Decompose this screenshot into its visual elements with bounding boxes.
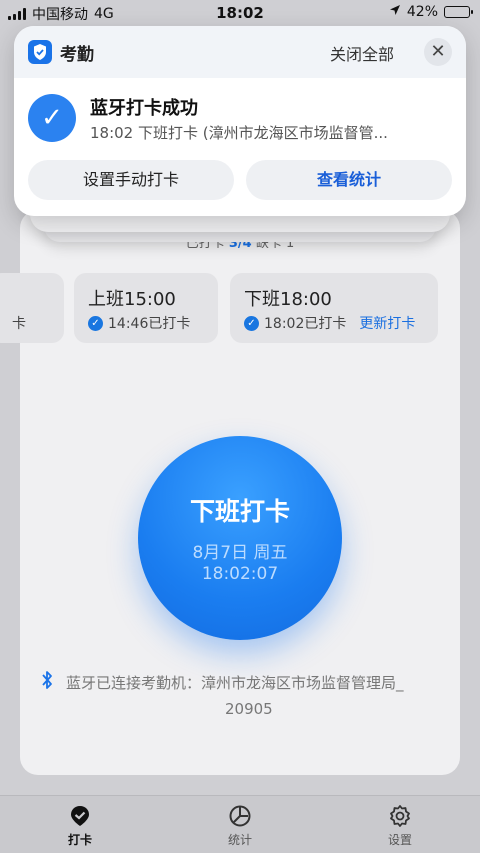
manual-checkin-button[interactable]: 设置手动打卡 [28, 160, 234, 200]
notification-header: 考勤 关闭全部 ✕ [14, 26, 466, 78]
shift-status-text: 14:46已打卡 [108, 316, 191, 332]
clock-button-label: 下班打卡 [189, 497, 290, 526]
shift-card-clock-out[interactable]: 下班18:00 ✓ 18:02已打卡 更新打卡 [230, 273, 438, 343]
status-bar: 中国移动 4G 18:02 42% [0, 0, 480, 26]
close-all-button[interactable]: 关闭全部 [330, 41, 394, 65]
renew-checkin-link[interactable]: 更新打卡 [359, 313, 415, 333]
tab-label: 设置 [387, 833, 412, 847]
check-icon: ✓ [88, 315, 103, 331]
clock-button-date: 8月7日 周五 [192, 543, 288, 563]
battery-icon [444, 6, 473, 18]
shift-card-previous[interactable]: 卡 [0, 273, 64, 343]
shift-title: 下班18:00 [244, 289, 332, 310]
check-icon: ✓ [244, 315, 259, 331]
status-right: 42% [389, 4, 473, 20]
battery-percent: 42% [406, 4, 438, 20]
success-check-icon: ✓ [28, 94, 76, 142]
close-icon[interactable]: ✕ [424, 38, 452, 66]
tab-bar: 打卡 统计 设置 [0, 795, 480, 853]
stats-icon [228, 804, 252, 828]
checkin-icon [68, 804, 92, 828]
shift-title: 上班15:00 [88, 289, 176, 310]
tab-label: 统计 [227, 833, 252, 847]
attendance-app-icon [28, 40, 52, 64]
bluetooth-icon [40, 670, 54, 698]
clock-button-time: 18:02:07 [201, 564, 279, 584]
location-icon [389, 4, 401, 20]
shift-status: 卡 [12, 313, 26, 333]
view-stats-button[interactable]: 查看统计 [246, 160, 452, 200]
shift-card-clock-in[interactable]: 上班15:00 ✓ 14:46已打卡 [74, 273, 218, 343]
notification-app-name: 考勤 [60, 45, 94, 65]
shift-status-text: 卡 [12, 316, 26, 332]
bluetooth-text: 蓝牙已连接考勤机：漳州市龙海区市场监督管理局_ [66, 674, 404, 692]
tab-stats[interactable]: 统计 [200, 804, 280, 848]
shift-status: ✓ 18:02已打卡 更新打卡 [244, 313, 415, 333]
tab-settings[interactable]: 设置 [360, 804, 440, 848]
gear-icon [388, 804, 412, 828]
clock-out-button[interactable]: 下班打卡 8月7日 周五 18:02:07 [138, 436, 342, 640]
checkin-notification[interactable]: 考勤 关闭全部 ✕ ✓ 蓝牙打卡成功 18:02 下班打卡 (漳州市龙海区市场监… [14, 26, 466, 216]
tab-checkin[interactable]: 打卡 [40, 804, 120, 848]
tab-label: 打卡 [67, 833, 92, 847]
notification-title: 蓝牙打卡成功 [90, 98, 198, 119]
shift-status-text: 18:02已打卡 [264, 316, 347, 332]
shift-status: ✓ 14:46已打卡 [88, 313, 190, 333]
notification-subtitle: 18:02 下班打卡 (漳州市龙海区市场监督管... [90, 124, 388, 142]
bluetooth-device-id: 20905 [225, 700, 273, 718]
